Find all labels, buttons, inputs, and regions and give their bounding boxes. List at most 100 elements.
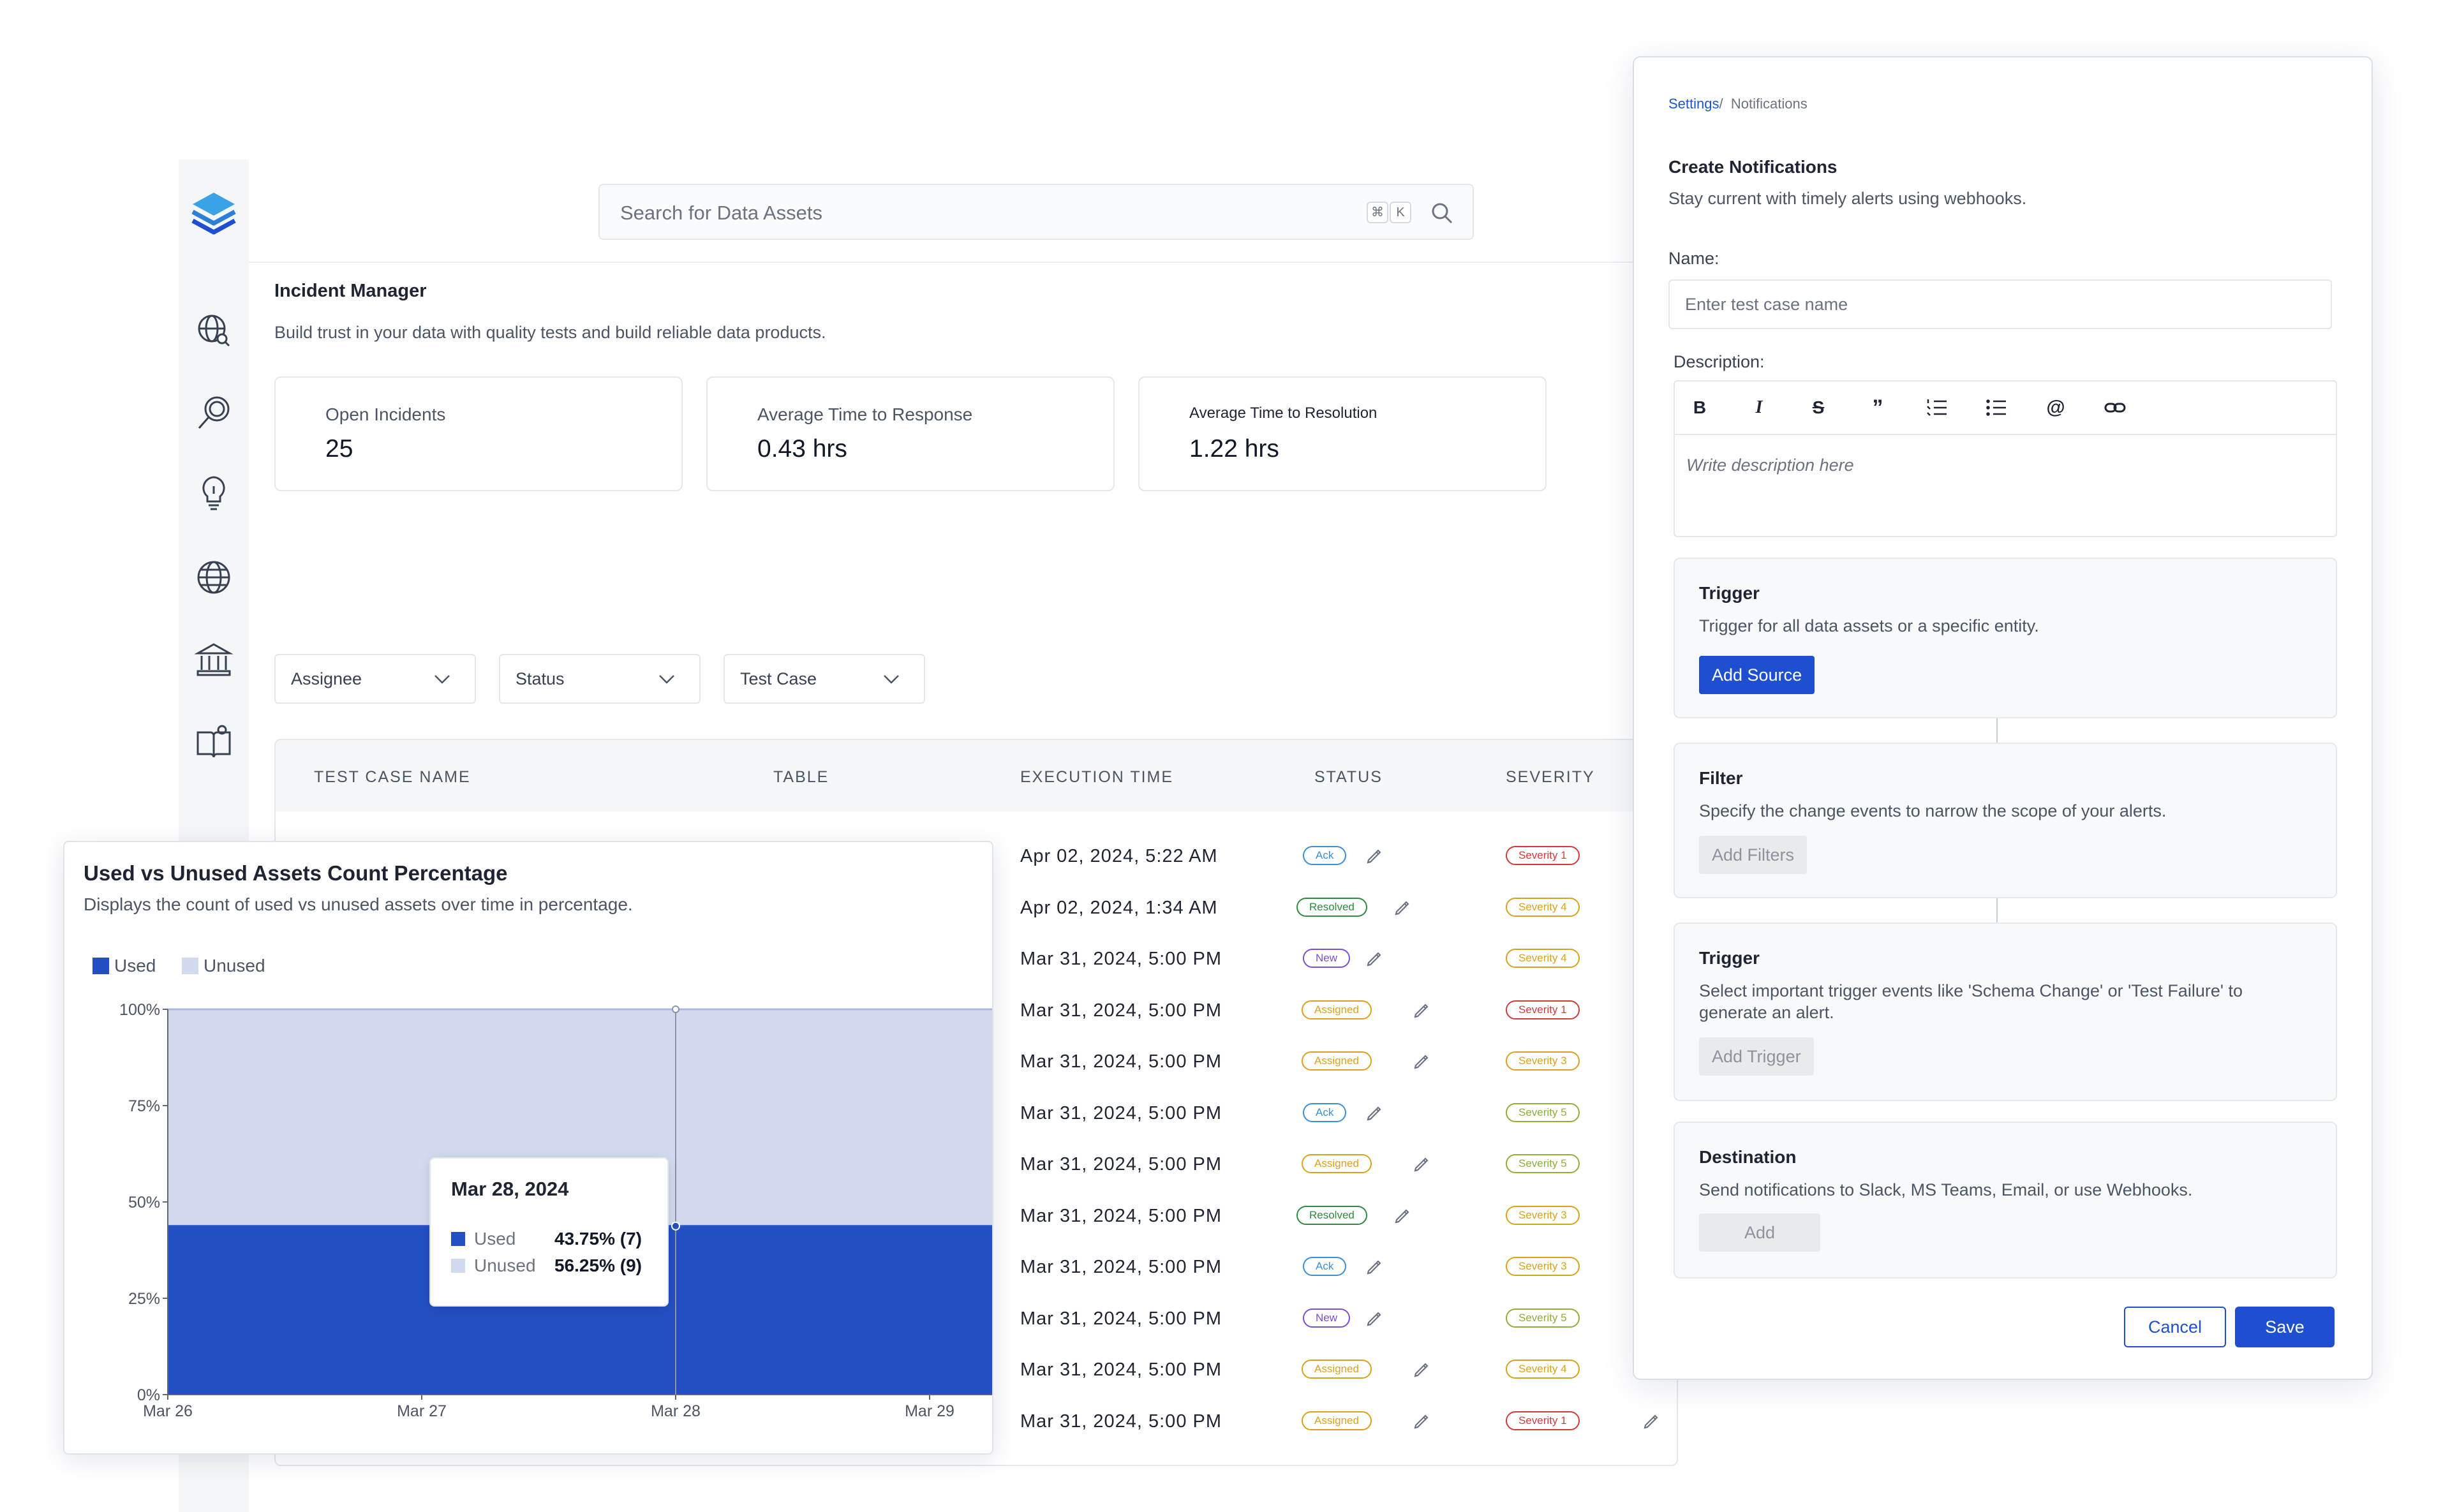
execution-time: Mar 31, 2024, 5:00 PM bbox=[1020, 1360, 1222, 1380]
tooltip-unused-label: Unused bbox=[474, 1256, 536, 1275]
status-filter-dropdown[interactable]: Status bbox=[499, 654, 701, 704]
severity-badge[interactable]: Severity 4 bbox=[1506, 1360, 1580, 1379]
mention-icon[interactable]: @ bbox=[2044, 396, 2068, 420]
numbered-list-icon[interactable] bbox=[1925, 396, 1949, 420]
severity-badge[interactable]: Severity 1 bbox=[1506, 1000, 1580, 1019]
status-badge[interactable]: Assigned bbox=[1302, 1051, 1372, 1071]
add-destination-button[interactable]: Add bbox=[1699, 1213, 1820, 1252]
stat-label: Average Time to Response bbox=[757, 404, 973, 424]
name-placeholder: Enter test case name bbox=[1685, 295, 1848, 314]
tooltip-unused-swatch bbox=[451, 1259, 465, 1273]
italic-icon[interactable]: I bbox=[1747, 396, 1771, 420]
stat-label: Open Incidents bbox=[325, 404, 446, 424]
filter-label: Assignee bbox=[291, 669, 362, 688]
tooltip-used-swatch bbox=[451, 1232, 465, 1246]
trigger-events-section: Trigger Select important trigger events … bbox=[1674, 923, 2337, 1101]
status-badge[interactable]: Assigned bbox=[1302, 1000, 1372, 1019]
bold-icon[interactable]: B bbox=[1688, 396, 1712, 420]
edit-status-pencil-icon[interactable] bbox=[1364, 949, 1385, 969]
execution-time: Mar 31, 2024, 5:00 PM bbox=[1020, 1411, 1222, 1432]
y-tick-label: 75% bbox=[128, 1097, 160, 1115]
status-badge[interactable]: New bbox=[1303, 1308, 1351, 1328]
add-source-button[interactable]: Add Source bbox=[1699, 656, 1815, 694]
edit-status-pencil-icon[interactable] bbox=[1392, 898, 1413, 918]
stat-value: 1.22 hrs bbox=[1189, 435, 1279, 463]
edit-status-pencil-icon[interactable] bbox=[1364, 1308, 1385, 1329]
status-badge[interactable]: Ack bbox=[1303, 1102, 1347, 1122]
edit-status-pencil-icon[interactable] bbox=[1364, 846, 1385, 866]
explore-data-icon[interactable] bbox=[193, 309, 235, 352]
severity-badge[interactable]: Severity 5 bbox=[1506, 1308, 1580, 1328]
x-tick-label: Mar 28 bbox=[651, 1402, 701, 1420]
governance-bank-icon[interactable] bbox=[193, 639, 235, 681]
status-badge[interactable]: Assigned bbox=[1302, 1154, 1372, 1173]
severity-badge[interactable]: Severity 3 bbox=[1506, 1051, 1580, 1071]
edit-status-pencil-icon[interactable] bbox=[1411, 1051, 1432, 1072]
edit-status-pencil-icon[interactable] bbox=[1364, 1103, 1385, 1123]
glossary-book-icon[interactable] bbox=[193, 722, 235, 764]
status-badge[interactable]: New bbox=[1303, 949, 1351, 968]
domains-globe-icon[interactable] bbox=[193, 556, 235, 598]
execution-time: Mar 31, 2024, 5:00 PM bbox=[1020, 1308, 1222, 1329]
edit-status-pencil-icon[interactable] bbox=[1411, 1000, 1432, 1021]
description-editor[interactable]: B I S ” @ Write description here bbox=[1674, 380, 2337, 537]
severity-badge[interactable]: Severity 5 bbox=[1506, 1154, 1580, 1173]
execution-time: Apr 02, 2024, 5:22 AM bbox=[1020, 846, 1218, 866]
severity-badge[interactable]: Severity 4 bbox=[1506, 897, 1580, 917]
used-hover-point[interactable] bbox=[671, 1221, 680, 1231]
severity-badge[interactable]: Severity 3 bbox=[1506, 1257, 1580, 1276]
strikethrough-icon[interactable]: S bbox=[1806, 396, 1830, 420]
app-logo-icon[interactable] bbox=[185, 185, 242, 242]
unused-hover-point[interactable] bbox=[672, 1005, 679, 1013]
severity-badge[interactable]: Severity 1 bbox=[1506, 846, 1580, 865]
severity-badge[interactable]: Severity 3 bbox=[1506, 1205, 1580, 1225]
description-label: Description: bbox=[1674, 352, 1765, 371]
severity-badge[interactable]: Severity 4 bbox=[1506, 949, 1580, 968]
search-icon[interactable] bbox=[1429, 200, 1455, 226]
legend-item-unused[interactable]: Unused bbox=[182, 956, 265, 976]
edit-status-pencil-icon[interactable] bbox=[1364, 1257, 1385, 1277]
editor-toolbar: B I S ” @ bbox=[1675, 382, 2336, 435]
add-trigger-button[interactable]: Add Trigger bbox=[1699, 1037, 1814, 1076]
status-badge[interactable]: Resolved bbox=[1296, 1205, 1367, 1225]
section-description: Select important trigger events like 'Sc… bbox=[1699, 981, 2243, 1022]
quote-icon[interactable]: ” bbox=[1866, 396, 1890, 420]
breadcrumb: Settings/ Notifications bbox=[1668, 96, 1808, 112]
name-input[interactable]: Enter test case name bbox=[1668, 279, 2332, 329]
section-connector bbox=[1996, 898, 1998, 923]
status-badge[interactable]: Ack bbox=[1303, 846, 1347, 865]
assignee-filter-dropdown[interactable]: Assignee bbox=[274, 654, 476, 704]
severity-badge[interactable]: Severity 1 bbox=[1506, 1411, 1580, 1430]
link-icon[interactable] bbox=[2103, 396, 2127, 420]
severity-badge[interactable]: Severity 5 bbox=[1506, 1102, 1580, 1122]
status-badge[interactable]: Resolved bbox=[1296, 897, 1367, 917]
tooltip-used-row: Used 43.75% (7) bbox=[451, 1229, 642, 1249]
save-button[interactable]: Save bbox=[2235, 1307, 2335, 1347]
add-filters-button[interactable]: Add Filters bbox=[1699, 836, 1808, 874]
edit-severity-pencil-icon[interactable] bbox=[1641, 1411, 1661, 1432]
status-badge[interactable]: Assigned bbox=[1302, 1411, 1372, 1430]
edit-status-pencil-icon[interactable] bbox=[1411, 1411, 1432, 1432]
chart-title: Used vs Unused Assets Count Percentage bbox=[84, 861, 508, 885]
breadcrumb-settings-link[interactable]: Settings bbox=[1668, 96, 1719, 112]
chevron-down-icon bbox=[434, 675, 450, 684]
cancel-button[interactable]: Cancel bbox=[2124, 1307, 2226, 1347]
section-connector bbox=[1996, 718, 1998, 743]
status-badge[interactable]: Ack bbox=[1303, 1257, 1347, 1276]
tooltip-unused-value: 56.25% (9) bbox=[554, 1256, 642, 1275]
search-input[interactable]: Search for Data Assets ⌘ K bbox=[598, 184, 1474, 240]
test-case-filter-dropdown[interactable]: Test Case bbox=[724, 654, 925, 704]
chart-tooltip: Mar 28, 2024 Used 43.75% (7) Unused 56.25%… bbox=[429, 1157, 669, 1307]
status-badge[interactable]: Assigned bbox=[1302, 1360, 1372, 1379]
insights-lightbulb-icon[interactable] bbox=[193, 472, 235, 514]
search-quality-icon[interactable] bbox=[193, 392, 235, 434]
stat-open-incidents: Open Incidents 25 bbox=[274, 376, 683, 491]
edit-status-pencil-icon[interactable] bbox=[1411, 1360, 1432, 1380]
x-tick-label: Mar 27 bbox=[397, 1402, 447, 1420]
bullet-list-icon[interactable] bbox=[1984, 396, 2008, 420]
section-description: Trigger for all data assets or a specifi… bbox=[1699, 616, 2039, 635]
edit-status-pencil-icon[interactable] bbox=[1411, 1154, 1432, 1175]
chevron-down-icon bbox=[659, 675, 674, 684]
legend-item-used[interactable]: Used bbox=[93, 956, 156, 976]
edit-status-pencil-icon[interactable] bbox=[1392, 1206, 1413, 1226]
